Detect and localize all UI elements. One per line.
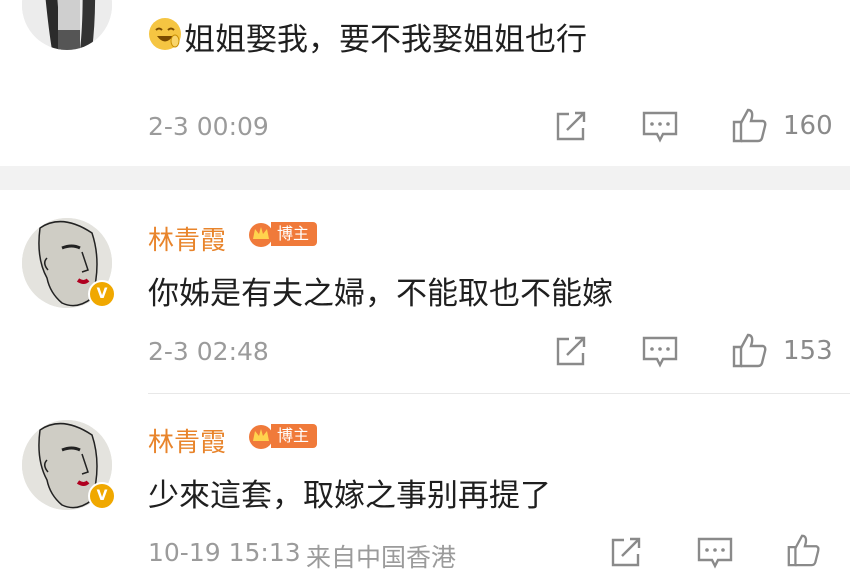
like-count: 160 xyxy=(783,111,833,141)
comment-icon[interactable] xyxy=(696,536,734,570)
avatar-image xyxy=(22,0,112,50)
host-tag-label: 博主 xyxy=(271,424,318,448)
comment-time: 2-3 02:48 xyxy=(148,337,269,366)
like-icon[interactable] xyxy=(730,106,768,144)
username[interactable]: 林青霞 xyxy=(148,422,226,459)
comment-divider xyxy=(148,393,850,394)
section-divider xyxy=(0,166,850,190)
like-icon[interactable] xyxy=(784,532,822,568)
share-icon[interactable] xyxy=(553,108,589,144)
comment-location: 来自中国香港 xyxy=(306,543,457,572)
comment-icon[interactable] xyxy=(641,110,679,144)
like-icon[interactable] xyxy=(730,331,768,369)
host-tag: 博主 xyxy=(247,422,318,450)
host-tag: 博主 xyxy=(247,220,318,248)
comment-time: 10-19 15:13 xyxy=(148,538,301,567)
verified-icon: V xyxy=(88,280,116,308)
comment-time: 2-3 00:09 xyxy=(148,112,269,141)
comment-text: 你姊是有夫之婦，不能取也不能嫁 xyxy=(148,276,613,312)
share-icon[interactable] xyxy=(608,534,644,570)
comment-text: 少來這套，取嫁之事别再提了 xyxy=(148,478,551,514)
share-icon[interactable] xyxy=(553,333,589,369)
verified-icon: V xyxy=(88,482,116,510)
comment-icon[interactable] xyxy=(641,335,679,369)
laughing-emoji-icon xyxy=(149,18,181,50)
comment-text: 姐姐娶我，要不我娶姐姐也行 xyxy=(184,22,587,58)
username[interactable]: 林青霞 xyxy=(148,220,226,257)
like-count: 153 xyxy=(783,336,833,366)
host-tag-label: 博主 xyxy=(271,222,318,246)
avatar[interactable] xyxy=(22,0,112,50)
